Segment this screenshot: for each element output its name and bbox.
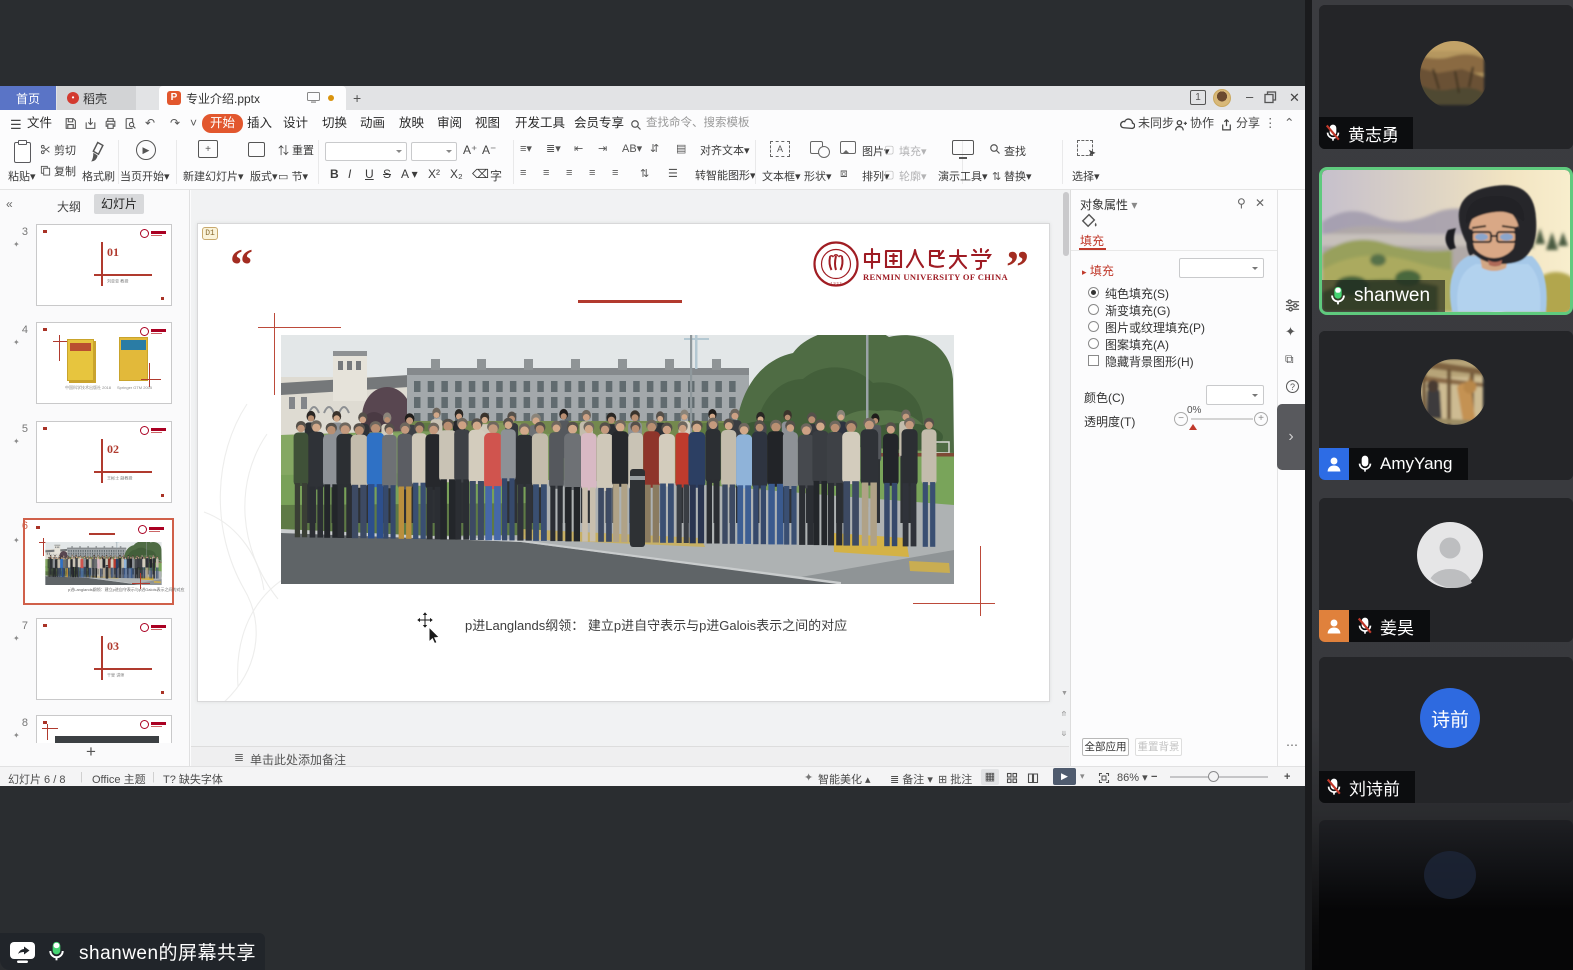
svg-text:1 9 3 7: 1 9 3 7 bbox=[831, 282, 842, 286]
svg-text:诗前: 诗前 bbox=[1431, 709, 1469, 731]
